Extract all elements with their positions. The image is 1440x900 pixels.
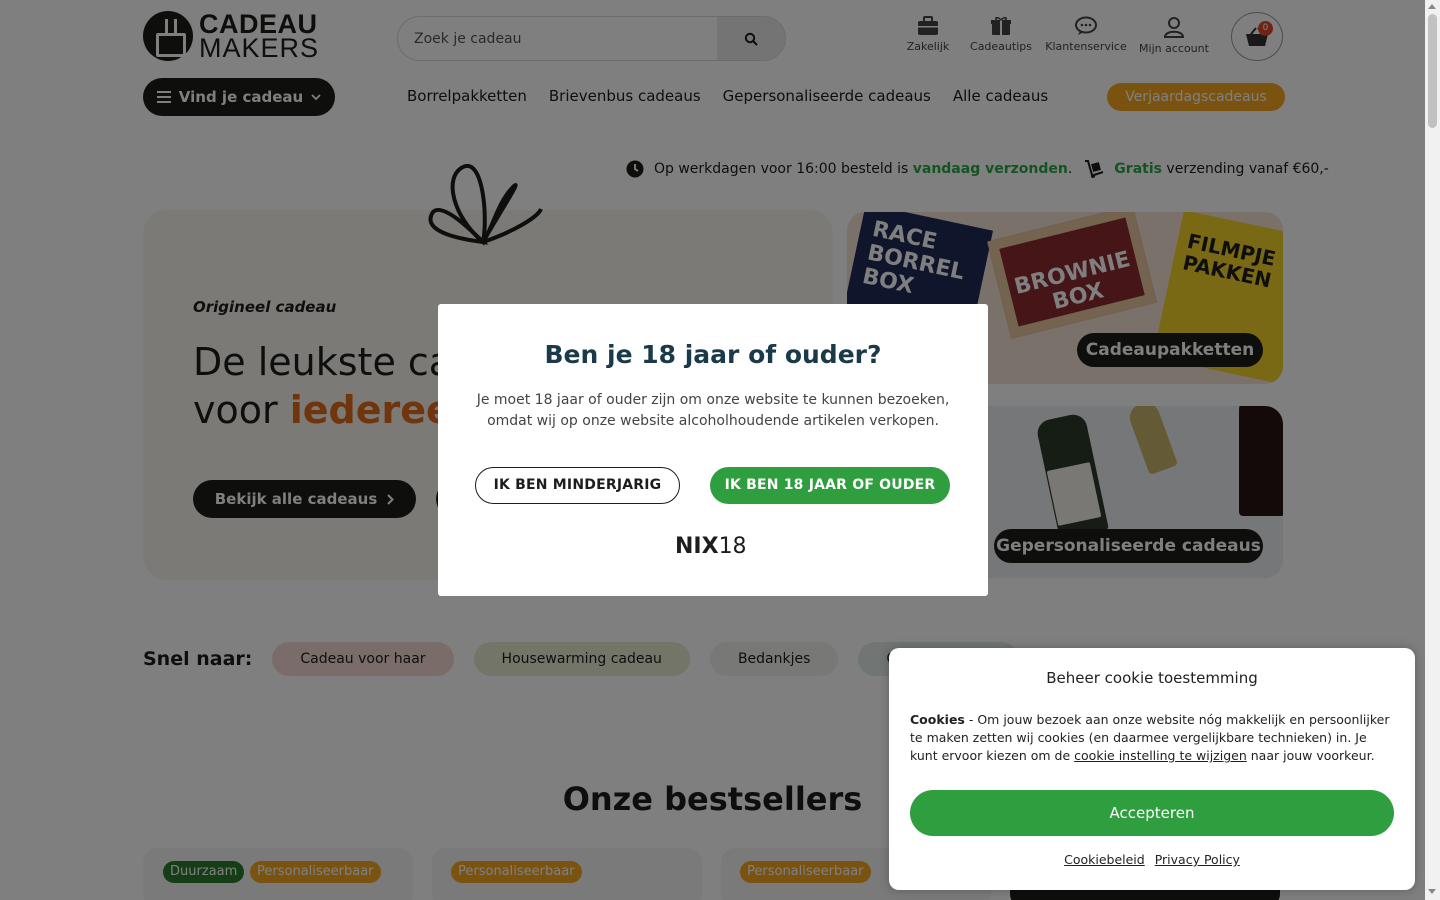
achttien-plus-button[interactable]: IK BEN 18 JAAR OF OUDER [710,467,950,504]
cookie-text: Cookies - Om jouw bezoek aan onze websit… [910,711,1394,765]
age-verification-modal: Ben je 18 jaar of ouder? Je moet 18 jaar… [438,304,988,596]
cookie-settings-link[interactable]: cookie instelling te wijzigen [1074,748,1247,763]
page-scrollbar[interactable] [1425,0,1440,900]
cookie-title: Beheer cookie toestemming [1046,669,1258,687]
cookie-text-bold: Cookies [910,712,965,727]
cookiebeleid-link[interactable]: Cookiebeleid [1064,852,1145,867]
nix18-logo: NIX18 [675,534,747,559]
cookie-consent-panel: Beheer cookie toestemming Cookies - Om j… [889,648,1415,890]
privacy-policy-link[interactable]: Privacy Policy [1155,852,1240,867]
cookie-text-end: naar jouw voorkeur. [1246,748,1375,763]
age-modal-title: Ben je 18 jaar of ouder? [544,340,882,369]
nix18-logo-thin: 18 [718,534,747,559]
cookie-accept-button[interactable]: Accepteren [910,790,1394,836]
scroll-down-arrow-icon[interactable] [1428,889,1436,894]
age-modal-text: Je moet 18 jaar of ouder zijn om onze we… [476,392,950,429]
scroll-up-arrow-icon[interactable] [1428,4,1436,9]
scrollbar-thumb[interactable] [1428,14,1437,128]
cookie-links: Cookiebeleid Privacy Policy [889,852,1415,867]
minderjarig-button[interactable]: IK BEN MINDERJARIG [475,467,680,504]
nix18-logo-bold: NIX [675,534,719,559]
